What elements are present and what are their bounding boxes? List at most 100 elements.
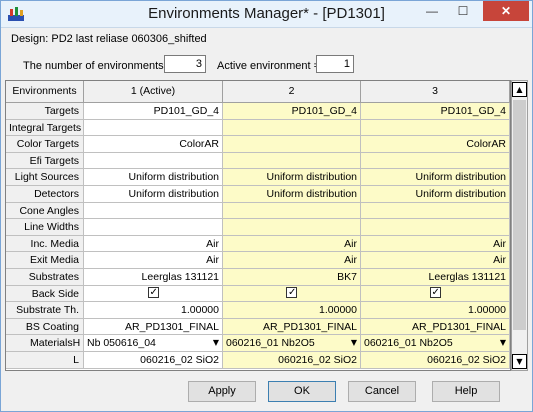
grid-cell[interactable]: Air [223,235,361,253]
row-header-label: Materials [30,337,73,350]
back-side-checkbox[interactable] [429,286,441,301]
row-header: Substrates [6,269,84,286]
back-side-checkbox[interactable] [147,286,159,301]
material-select-value: 060216_01 Nb2O5 [226,337,315,350]
grid-cell[interactable]: Uniform distribution [84,169,223,186]
vertical-scrollbar[interactable]: ▲ ▼ [511,80,528,371]
row-header: Substrate Th. [6,302,84,319]
grid-cell[interactable]: Air [84,252,223,269]
grid-cell[interactable]: AR_PD1301_FINAL [361,318,510,336]
grid-cell[interactable] [223,202,361,220]
grid-row: Exit Media Air Air Air [6,252,510,269]
grid-cell[interactable] [84,202,223,220]
dropdown-arrow-icon[interactable]: ▼ [500,335,506,351]
grid-cell[interactable] [84,119,223,137]
grid-cell[interactable] [361,152,510,170]
row-header: BS Coating [6,318,84,336]
grid-row: Substrate Th. 1.00000 1.00000 1.00000 [6,302,510,319]
apply-button[interactable]: Apply [188,381,256,402]
grid-cell[interactable]: 060216_01 Nb2O5 ▼ [361,335,510,352]
close-button[interactable]: ✕ [483,1,529,21]
column-header-env-3[interactable]: 3 [361,81,510,103]
grid-row: Targets PD101_GD_4 PD101_GD_4 PD101_GD_4 [6,103,510,120]
column-header-environments[interactable]: Environments [6,81,84,103]
row-header: L [6,352,84,369]
grid-cell[interactable] [84,285,223,303]
grid-cell[interactable]: Air [223,252,361,269]
grid-cell[interactable]: Leerglas 131121 [84,269,223,286]
grid-cell[interactable] [361,285,510,303]
grid-cell[interactable]: Air [84,235,223,253]
grid-row: Light Sources Uniform distribution Uniform… [6,169,510,186]
grid-row: Inc. Media Air Air Air [6,235,510,253]
grid-cell[interactable] [223,119,361,137]
grid-header-row: Environments 1 (Active) 2 3 [6,81,510,103]
row-header: Back Side [6,285,84,303]
grid-row: Integral Targets [6,119,510,137]
grid-cell[interactable]: 060216_02 SiO2 [84,352,223,369]
grid-cell[interactable] [361,202,510,220]
grid-cell[interactable] [84,152,223,170]
dropdown-arrow-icon[interactable]: ▼ [351,335,357,351]
grid-cell[interactable]: Uniform distribution [223,186,361,203]
grid-cell[interactable]: PD101_GD_4 [361,103,510,120]
grid-cell[interactable]: 1.00000 [223,302,361,319]
active-environment-input[interactable]: 1 [316,55,354,73]
back-side-checkbox[interactable] [286,286,297,301]
grid-cell[interactable]: Leerglas 131121 [361,269,510,286]
grid-cell[interactable]: ColorAR [361,136,510,153]
row-header-sub: L [73,354,79,366]
grid-cell[interactable] [223,219,361,236]
scroll-thumb[interactable] [513,100,526,330]
cancel-button[interactable]: Cancel [348,381,416,402]
grid-cell[interactable]: 1.00000 [361,302,510,319]
active-environment-label: Active environment = [217,60,321,72]
minimize-button[interactable]: — [417,1,447,21]
grid-cell[interactable]: 1.00000 [84,302,223,319]
grid-cell[interactable] [223,136,361,153]
grid-row: Substrates Leerglas 131121 BK7 Leerglas 131… [6,269,510,286]
grid-cell[interactable]: Nb 050616_04 ▼ [84,335,223,352]
grid-cell[interactable]: Uniform distribution [223,169,361,186]
grid-cell[interactable] [223,285,361,303]
grid-row: Efi Targets [6,152,510,170]
grid-cell[interactable] [223,152,361,170]
title-bar[interactable]: Environments Manager* - [PD1301] — ☐ ✕ [1,1,532,28]
help-button[interactable]: Help [432,381,500,402]
grid-cell[interactable]: Air [361,235,510,253]
grid-cell[interactable] [84,219,223,236]
scroll-up-icon[interactable]: ▲ [512,82,527,97]
grid-row: Materials H Nb 050616_04 ▼ 060216_01 Nb2O5 ▼ 0… [6,335,510,352]
grid-cell[interactable]: Air [361,252,510,269]
grid-cell[interactable]: PD101_GD_4 [84,103,223,120]
row-header: Cone Angles [6,202,84,220]
grid-cell[interactable]: BK7 [223,269,361,286]
scroll-down-icon[interactable]: ▼ [512,354,527,369]
grid-cell[interactable]: Uniform distribution [361,186,510,203]
grid-cell[interactable] [361,119,510,137]
ok-button[interactable]: OK [268,381,336,402]
row-header: Integral Targets [6,119,84,137]
grid-row: BS Coating AR_PD1301_FINAL AR_PD1301_FINAL… [6,318,510,336]
environments-grid: Environments 1 (Active) 2 3 Targets PD101… [5,80,511,371]
grid-cell[interactable]: 060216_01 Nb2O5 ▼ [223,335,361,352]
grid-cell[interactable]: Uniform distribution [361,169,510,186]
dropdown-arrow-icon[interactable]: ▼ [213,335,219,351]
grid-cell[interactable]: 060216_02 SiO2 [223,352,361,369]
grid-cell[interactable]: AR_PD1301_FINAL [223,318,361,336]
grid-row: L 060216_02 SiO2 060216_02 SiO2 060216_02 S… [6,352,510,369]
grid-cell[interactable]: Uniform distribution [84,186,223,203]
material-select-value: 060216_01 Nb2O5 [364,337,453,350]
grid-cell[interactable]: PD101_GD_4 [223,103,361,120]
grid-cell[interactable]: 060216_02 SiO2 [361,352,510,369]
material-select-value: Nb 050616_04 [87,337,156,350]
grid-row: Detectors Uniform distribution Uniform dis… [6,186,510,203]
column-header-env-1[interactable]: 1 (Active) [84,81,223,103]
grid-cell[interactable]: ColorAR [84,136,223,153]
grid-cell[interactable] [361,219,510,236]
column-header-env-2[interactable]: 2 [223,81,361,103]
row-header: Color Targets [6,136,84,153]
grid-cell[interactable]: AR_PD1301_FINAL [84,318,223,336]
maximize-button[interactable]: ☐ [448,1,478,21]
environment-count-input[interactable]: 3 [164,55,206,73]
